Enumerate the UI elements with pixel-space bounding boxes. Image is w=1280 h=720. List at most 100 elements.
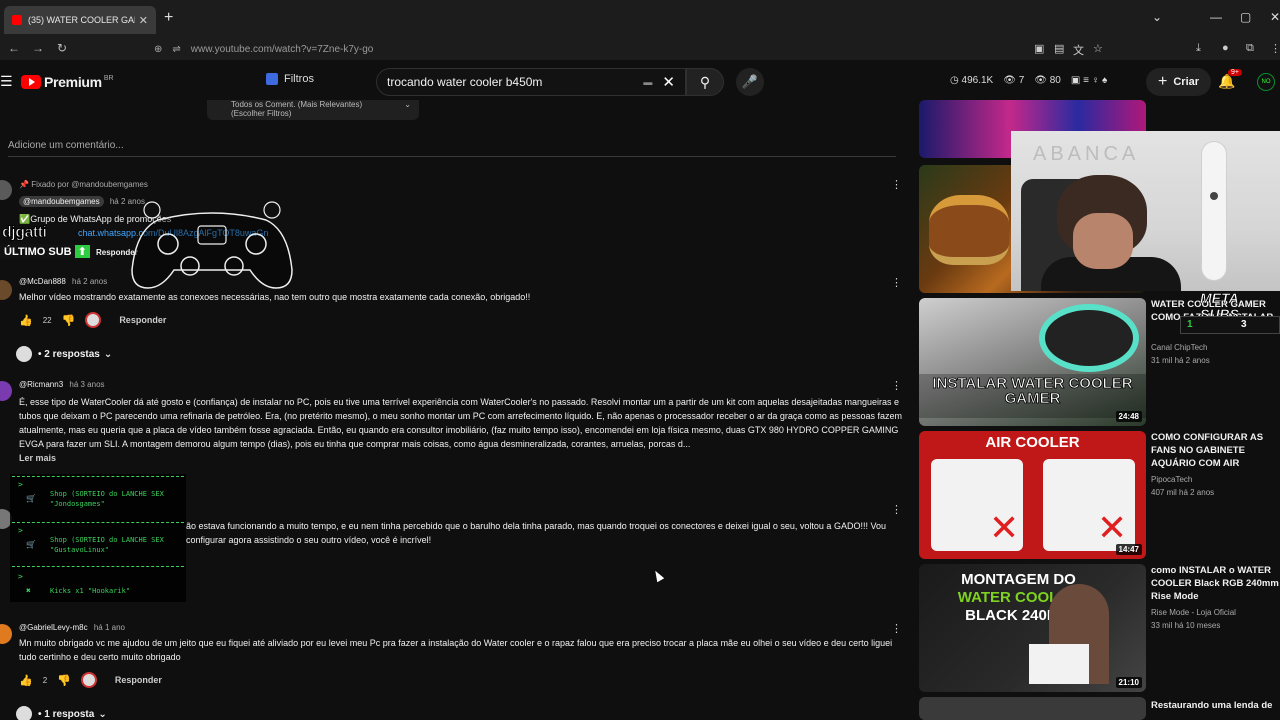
url-text: www.youtube.com/watch?v=7Zne-k7y-go	[190, 43, 374, 55]
thumbnail-text: INSTALAR WATER COOLER GAMER	[932, 375, 1133, 407]
streamer-webcam-overlay: ABANCA	[1011, 131, 1280, 291]
tune-icon[interactable]: ⇌	[172, 44, 180, 55]
comment-handle[interactable]: @GabrielLevy-m8c	[19, 623, 88, 632]
comment-header: @McDan888 há 2 anos	[19, 277, 107, 286]
browser-address-bar: ← → ↻ ⊕ ⇌ www.youtube.com/watch?v=7Zne-k…	[0, 38, 1280, 60]
ext-icons[interactable]: ▣ ≡ ♀ ♠	[1071, 75, 1107, 86]
comment-filter-dropdown[interactable]: Todos os Coment. (Mais Relevantes) (Esco…	[207, 100, 419, 120]
search-icon: ⚲	[699, 73, 711, 90]
ultimo-sub-overlay: ÚLTIMO SUB ⬆	[0, 244, 94, 259]
comment-menu-icon[interactable]: ⋮	[891, 503, 902, 516]
bookmark-star-icon[interactable]: ☆	[1093, 42, 1103, 55]
replies-label: • 2 respostas	[38, 348, 100, 360]
controller-overlay-icon	[131, 201, 293, 289]
account-avatar[interactable]: NO	[1257, 73, 1275, 91]
video-duration: 24:48	[1115, 411, 1142, 422]
minimize-icon[interactable]: —	[1210, 10, 1222, 24]
search-value: trocando water cooler b450m	[387, 75, 543, 89]
add-comment-input[interactable]: Adicione um comentário...	[8, 140, 124, 151]
comment-menu-icon[interactable]: ⋮	[891, 276, 902, 289]
dislike-icon[interactable]: 👎	[62, 314, 76, 327]
video-meta: 31 mil há 2 anos	[1151, 356, 1210, 365]
back-icon[interactable]: ←	[8, 41, 20, 55]
chevron-down-icon: ⌄	[404, 100, 411, 109]
recommended-video[interactable]: Restaurando uma lenda de	[919, 697, 1280, 720]
notifications-button[interactable]: 🔔 9+	[1218, 69, 1242, 90]
youtube-play-icon	[21, 75, 41, 89]
reply-button[interactable]: Responder	[119, 315, 166, 325]
tab-close-icon[interactable]: ✕	[139, 14, 148, 27]
like-icon[interactable]: 👍	[19, 674, 33, 687]
forward-icon[interactable]: →	[32, 41, 44, 55]
create-label: Criar	[1173, 76, 1200, 88]
comment-menu-icon[interactable]: ⋮	[891, 178, 902, 191]
video-channel[interactable]: Rise Mode - Loja Oficial	[1151, 608, 1236, 617]
chat-terminal-overlay: > 🛒 Shop (SORTEIO do LANCHE SEX "Jondosg…	[10, 474, 186, 602]
comment-menu-icon[interactable]: ⋮	[891, 622, 902, 635]
recommended-video[interactable]: MONTAGEM DO WATER COOLER BLACK 240MM 21:…	[919, 564, 1280, 692]
voice-search-button[interactable]: 🎤	[736, 68, 764, 96]
video-thumbnail[interactable]: MONTAGEM DO WATER COOLER BLACK 240MM 21:…	[919, 564, 1146, 692]
video-title[interactable]: Restaurando uma lenda de	[1151, 699, 1280, 712]
search-input[interactable]: trocando water cooler b450m ▬ ✕	[376, 68, 686, 96]
thumbnail-text-1: MONTAGEM DO	[961, 571, 1076, 588]
comment-date[interactable]: há 2 anos	[72, 277, 107, 286]
url-field[interactable]: ⊕ ⇌ www.youtube.com/watch?v=7Zne-k7y-go	[154, 38, 1024, 60]
comment-text: ão estava funcionando a muito tempo, e e…	[186, 521, 886, 545]
reload-icon[interactable]: ↻	[57, 41, 67, 55]
cart-icon: 🛒	[26, 540, 36, 549]
menu-dots-icon[interactable]: ⋮	[1270, 42, 1280, 55]
replies-toggle[interactable]: • 2 respostas ⌄	[16, 346, 112, 362]
translate-icon[interactable]: 文	[1073, 42, 1084, 58]
create-button[interactable]: + Criar	[1146, 68, 1212, 96]
browser-tabbar: (35) WATER COOLER GAMER C( ✕ + ⌄ — ▢ ✕	[0, 0, 1280, 38]
puzzle-icon[interactable]: ⧉	[1246, 42, 1254, 55]
comment-date[interactable]: há 3 anos	[69, 380, 104, 389]
stat-views: ◷ 496.1K	[950, 75, 994, 86]
commenter-avatar[interactable]	[0, 180, 12, 200]
hamburger-menu-icon[interactable]: ☰	[0, 73, 13, 90]
close-window-icon[interactable]: ✕	[1270, 10, 1280, 24]
video-thumbnail[interactable]	[919, 697, 1146, 720]
recommended-video[interactable]: AIR COOLER ✕ ✕ 14:47 COMO CONFIGURAR AS …	[919, 431, 1280, 559]
search-button[interactable]: ⚲	[686, 68, 724, 96]
meta-goal: 3	[1241, 319, 1247, 330]
video-title[interactable]: COMO CONFIGURAR AS FANS NO GABINETE AQUÁ…	[1151, 431, 1280, 471]
reply-button[interactable]: Responder	[115, 675, 162, 685]
youtube-premium-logo[interactable]: Premium BR	[21, 74, 114, 90]
clear-search-icon[interactable]: ✕	[662, 73, 675, 91]
video-channel[interactable]: Canal ChipTech	[1151, 343, 1207, 352]
video-channel[interactable]: PipocaTech	[1151, 475, 1192, 484]
download-icon[interactable]: ⤓	[1196, 42, 1201, 55]
video-thumbnail[interactable]: AIR COOLER ✕ ✕ 14:47	[919, 431, 1146, 559]
terminal-line-user: "Jondosgames"	[50, 500, 105, 508]
video-thumbnail[interactable]: INSTALAR WATER COOLER GAMER 24:48	[919, 298, 1146, 426]
like-icon[interactable]: 👍	[19, 314, 33, 327]
new-tab-button[interactable]: +	[164, 9, 173, 27]
video-duration: 14:47	[1115, 544, 1142, 555]
microphone-icon: 🎤	[741, 74, 759, 89]
tab-list-icon[interactable]: ⌄	[1152, 10, 1162, 24]
terminal-line-text: Shop (SORTEIO do LANCHE SEX	[50, 536, 164, 544]
comment-handle[interactable]: @McDan888	[19, 277, 66, 286]
commenter-avatar[interactable]	[0, 624, 12, 644]
commenter-avatar[interactable]	[0, 381, 12, 401]
browser-tab-active[interactable]: (35) WATER COOLER GAMER C( ✕	[4, 6, 156, 34]
filtros-button[interactable]: Filtros	[266, 73, 314, 85]
reader-icon[interactable]: ▤	[1054, 42, 1064, 55]
keyboard-icon[interactable]: ▬	[643, 77, 652, 87]
read-more-button[interactable]: Ler mais	[19, 453, 56, 463]
replies-toggle[interactable]: • 1 resposta ⌄	[16, 706, 107, 720]
video-title[interactable]: como INSTALAR o WATER COOLER Black RGB 2…	[1151, 564, 1280, 604]
screenshot-icon[interactable]: ▣	[1034, 42, 1044, 55]
maximize-icon[interactable]: ▢	[1240, 10, 1251, 24]
replies-label: • 1 resposta	[38, 708, 95, 720]
commenter-avatar[interactable]	[0, 280, 12, 300]
comment-handle[interactable]: @Ricmann3	[19, 380, 63, 389]
comment-handle[interactable]: @mandoubemgames	[19, 196, 104, 207]
comment-menu-icon[interactable]: ⋮	[891, 379, 902, 392]
site-info-icon[interactable]: ⊕	[154, 44, 162, 55]
comment-date[interactable]: há 1 ano	[94, 623, 125, 632]
dislike-icon[interactable]: 👎	[57, 674, 71, 687]
extension-icon[interactable]: ●	[1222, 42, 1229, 54]
